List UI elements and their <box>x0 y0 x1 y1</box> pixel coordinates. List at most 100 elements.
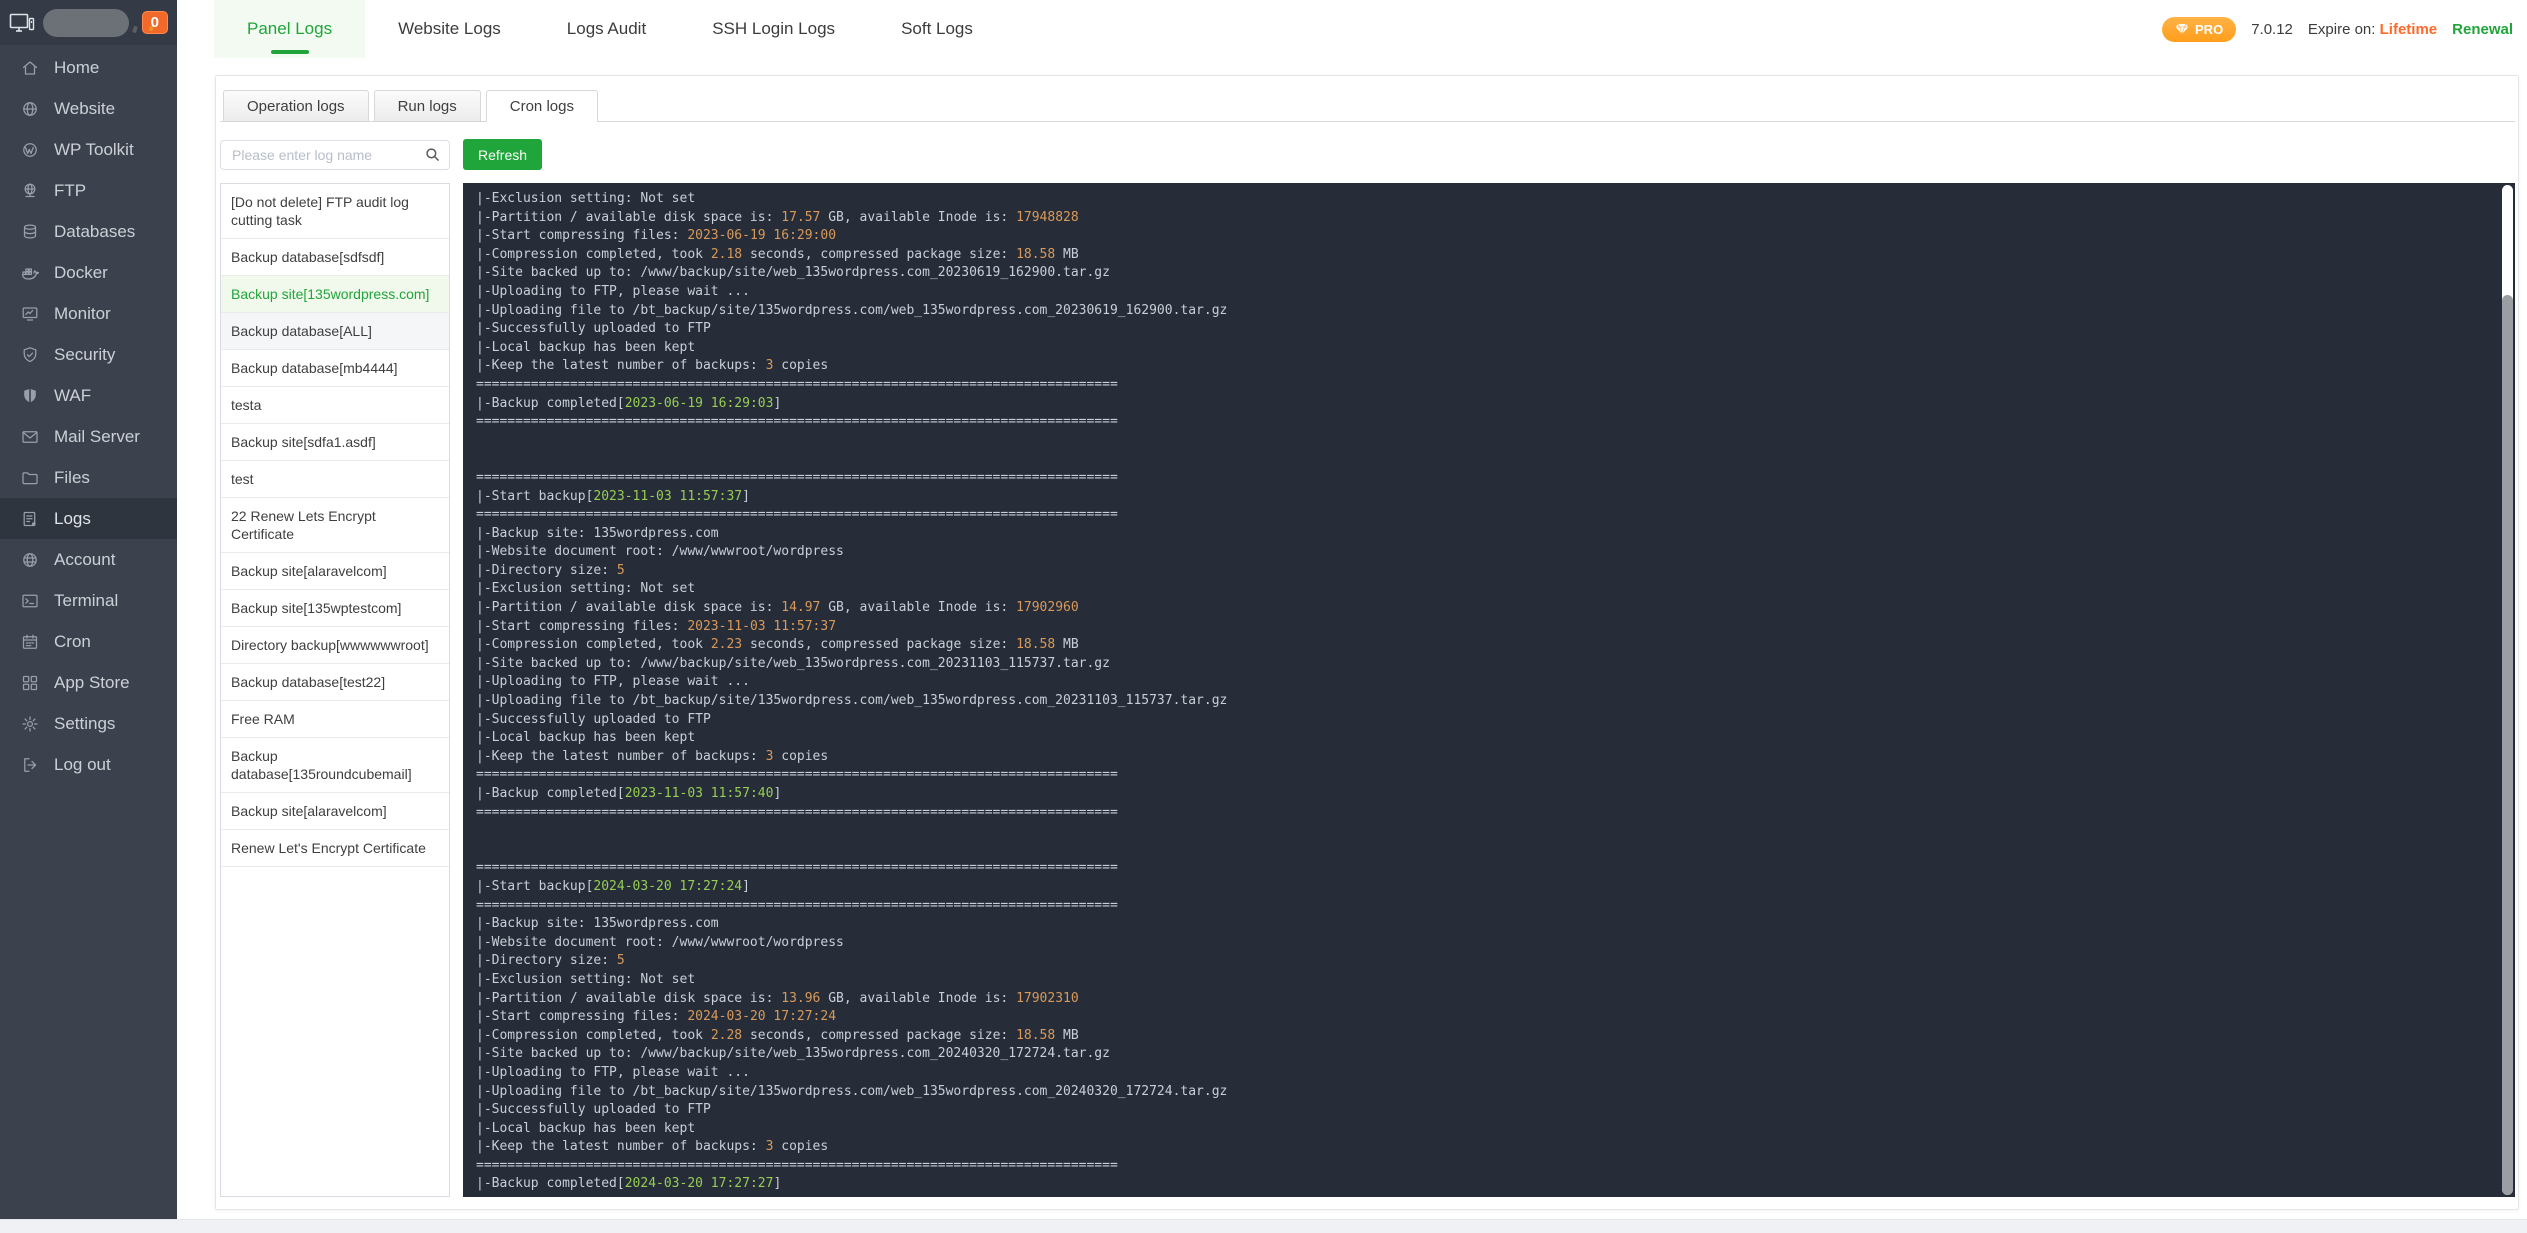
expire-info: Expire on: Lifetime <box>2308 21 2437 38</box>
top-tabs: Panel Logs Website Logs Logs Audit SSH Logi… <box>214 0 1006 58</box>
sidebar-item-label: FTP <box>54 180 87 200</box>
terminal-log-line: |-Backup site: 135wordpress.com <box>476 916 719 932</box>
sidebar-item-settings[interactable]: Settings <box>0 703 177 744</box>
log-task-item[interactable]: Backup site[alaravelcom] <box>221 553 449 590</box>
sidebar-item-log-out[interactable]: Log out <box>0 744 177 785</box>
log-task-item[interactable]: 22 Renew Lets Encrypt Certificate <box>221 498 449 553</box>
terminal-separator-line: ========================================… <box>476 376 1118 392</box>
subtab-cron-logs[interactable]: Cron logs <box>485 90 598 122</box>
search-icon[interactable] <box>425 147 440 162</box>
log-task-item[interactable]: test <box>221 461 449 498</box>
sidebar-item-docker[interactable]: Docker <box>0 252 177 293</box>
terminal-log-line: |-Keep the latest number of backups: 3 c… <box>476 358 829 374</box>
terminal-log-line: |-Local backup has been kept <box>476 1120 696 1136</box>
tab-logs-audit[interactable]: Logs Audit <box>534 0 679 58</box>
sidebar-item-label: Mail Server <box>54 426 140 446</box>
sidebar-item-label: WP Toolkit <box>54 139 134 159</box>
account-globe-icon <box>21 551 39 569</box>
refresh-button[interactable]: Refresh <box>463 139 543 170</box>
log-task-item[interactable]: Backup database[ALL] <box>221 313 449 350</box>
log-task-item[interactable]: Directory backup[wwwwwwroot] <box>221 627 449 664</box>
terminal-scrollbar-thumb[interactable] <box>2502 295 2513 1195</box>
monitor-chart-icon <box>21 305 39 323</box>
sidebar-item-monitor[interactable]: Monitor <box>0 293 177 334</box>
tab-ssh-login-logs[interactable]: SSH Login Logs <box>679 0 868 58</box>
calendar-icon <box>21 633 39 651</box>
terminal-separator-line: ========================================… <box>476 767 1118 783</box>
sidebar-item-wp-toolkit[interactable]: WP Toolkit <box>0 129 177 170</box>
globe-icon <box>21 100 39 118</box>
sidebar-item-account[interactable]: Account <box>0 539 177 580</box>
main-area: Operation logsRun logsCron logs Refresh … <box>177 58 2527 1220</box>
message-count-badge[interactable]: 0 <box>141 11 168 34</box>
terminal-log-line: |-Start compressing files: 2023-06-19 16… <box>476 228 837 244</box>
log-task-item[interactable]: testa <box>221 387 449 424</box>
sidebar-item-label: Security <box>54 344 116 364</box>
sidebar-item-files[interactable]: Files <box>0 457 177 498</box>
server-name-redacted <box>43 8 153 37</box>
terminal-log-line: |-Start compressing files: 2023-11-03 11… <box>476 618 837 634</box>
sidebar-item-app-store[interactable]: App Store <box>0 662 177 703</box>
tab-website-logs[interactable]: Website Logs <box>365 0 534 58</box>
terminal-log-line <box>476 841 2489 860</box>
log-task-item[interactable]: Free RAM <box>221 701 449 738</box>
subtab-run-logs[interactable]: Run logs <box>373 90 481 121</box>
ftp-globe-icon <box>21 182 39 200</box>
expire-value: Lifetime <box>2379 20 2438 38</box>
terminal-log-line: |-Successfully uploaded to FTP <box>476 1102 711 1118</box>
sidebar-item-waf[interactable]: WAF <box>0 375 177 416</box>
tab-soft-logs[interactable]: Soft Logs <box>868 0 1006 58</box>
tab-panel-logs[interactable]: Panel Logs <box>214 0 366 58</box>
sidebar-item-website[interactable]: Website <box>0 88 177 129</box>
sidebar-item-logs[interactable]: Logs <box>0 498 177 539</box>
sidebar-item-label: Docker <box>54 262 108 282</box>
logs-body: [Do not delete] FTP audit log cutting ta… <box>220 183 2515 1197</box>
subtab-operation-logs[interactable]: Operation logs <box>223 90 369 121</box>
terminal-log-line: |-Compression completed, took 2.18 secon… <box>476 246 1079 262</box>
sidebar-item-label: Account <box>54 549 116 569</box>
sidebar-item-label: Website <box>54 98 116 118</box>
search-box <box>220 139 450 170</box>
log-task-item[interactable]: Backup database[sdfsdf] <box>221 239 449 276</box>
sidebar-item-mail-server[interactable]: Mail Server <box>0 416 177 457</box>
sidebar-item-databases[interactable]: Databases <box>0 211 177 252</box>
terminal-log-line: |-Compression completed, took 2.23 secon… <box>476 637 1079 653</box>
terminal-log-line: |-Partition / available disk space is: 1… <box>476 209 1079 225</box>
terminal-log-line: |-Exclusion setting: Not set <box>476 971 696 987</box>
terminal-separator-line: ========================================… <box>476 1194 2489 1197</box>
terminal-log-line: |-Uploading to FTP, please wait ... <box>476 1064 750 1080</box>
renewal-link[interactable]: Renewal <box>2452 21 2513 38</box>
pro-badge[interactable]: PRO <box>2162 16 2237 42</box>
terminal-log-line: |-Uploading to FTP, please wait ... <box>476 674 750 690</box>
log-task-item[interactable]: Renew Let's Encrypt Certificate <box>221 830 449 867</box>
log-task-item[interactable]: Backup site[alaravelcom] <box>221 793 449 830</box>
log-task-item[interactable]: [Do not delete] FTP audit log cutting ta… <box>221 184 449 239</box>
search-input[interactable] <box>230 145 425 164</box>
terminal-scrollbar[interactable] <box>2502 185 2513 1195</box>
log-task-item[interactable]: Backup database[mb4444] <box>221 350 449 387</box>
pro-label: PRO <box>2195 21 2224 37</box>
sidebar-item-security[interactable]: Security <box>0 334 177 375</box>
wordpress-icon <box>21 141 39 159</box>
terminal-log-line: |-Site backed up to: /www/backup/site/we… <box>476 265 1110 281</box>
log-task-item[interactable]: Backup site[135wptestcom] <box>221 590 449 627</box>
terminal-log-line: |-Start backup[2024-03-20 17:27:24] <box>476 878 750 894</box>
terminal-separator-line: ========================================… <box>476 414 1118 430</box>
terminal-log-line <box>476 822 2489 841</box>
log-task-item[interactable]: Backup site[sdfa1.asdf] <box>221 424 449 461</box>
home-icon <box>21 59 39 77</box>
log-task-item[interactable]: Backup database[135roundcubemail] <box>221 738 449 793</box>
app-grid-icon <box>21 674 39 692</box>
terminal-log-line: |-Uploading file to /bt_backup/site/135w… <box>476 302 1228 318</box>
log-task-item[interactable]: Backup database[test22] <box>221 664 449 701</box>
terminal-log-line: |-Uploading file to /bt_backup/site/135w… <box>476 693 1228 709</box>
log-task-item[interactable]: Backup site[135wordpress.com] <box>221 276 449 313</box>
sidebar-item-home[interactable]: Home <box>0 47 177 88</box>
sidebar-item-label: Databases <box>54 221 136 241</box>
terminal-separator-line: ========================================… <box>476 804 1118 820</box>
server-info-header[interactable]: 0 <box>0 0 177 45</box>
sidebar-item-cron[interactable]: Cron <box>0 621 177 662</box>
sidebar-item-terminal[interactable]: Terminal <box>0 580 177 621</box>
terminal-log-line: |-Directory size: 5 <box>476 953 625 969</box>
sidebar-item-ftp[interactable]: FTP <box>0 170 177 211</box>
